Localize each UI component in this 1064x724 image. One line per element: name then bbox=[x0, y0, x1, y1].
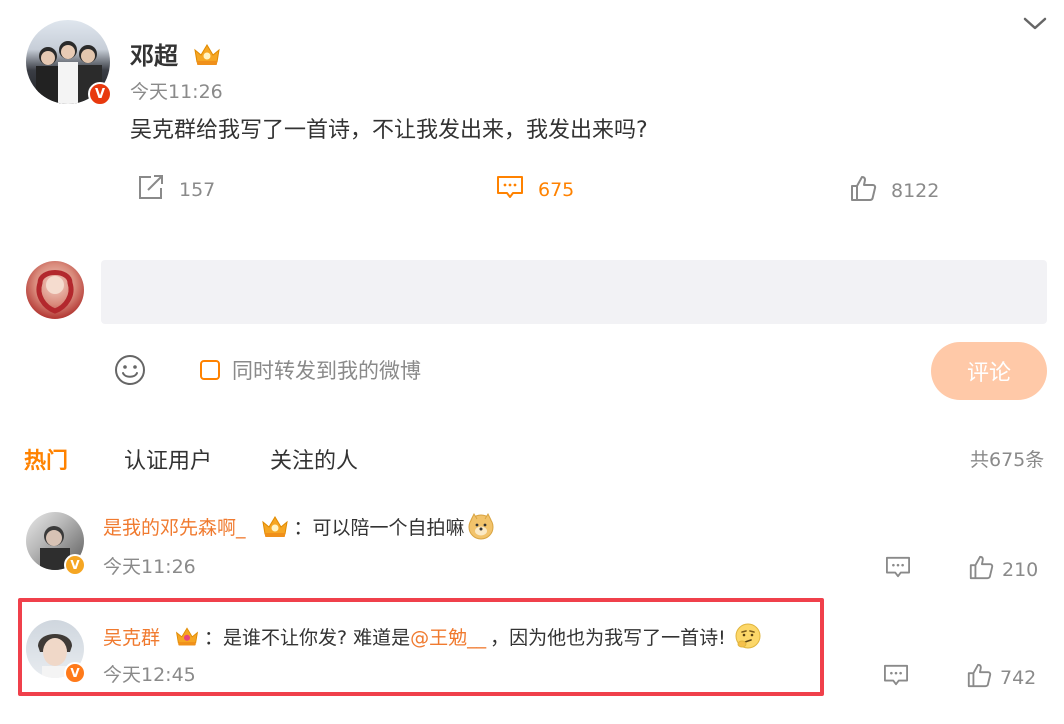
post-author-avatar[interactable]: V bbox=[26, 20, 112, 106]
comment-text: 可以陪一个自拍嘛 bbox=[312, 516, 465, 539]
comment-action[interactable]: 675 bbox=[496, 174, 574, 205]
comment-time: 今天12:45 bbox=[103, 664, 196, 686]
doge-emoji-icon bbox=[467, 512, 495, 540]
post-text: 吴克群给我写了一首诗，不让我发出来，我发出来吗? bbox=[130, 118, 648, 143]
comment-total: 共675条 bbox=[970, 449, 1045, 471]
post-time: 今天11:26 bbox=[130, 81, 223, 103]
comment-item: V 吴克群 ： 是谁不让你发? 难道是 @王勉__ ，因为他也为我写了一首诗! … bbox=[0, 606, 1064, 696]
comment-separator: ： bbox=[204, 626, 224, 649]
tab-following[interactable]: 关注的人 bbox=[270, 443, 358, 475]
member-crown-icon bbox=[260, 514, 290, 538]
comment-separator: ： bbox=[293, 516, 313, 539]
commenter-name[interactable]: 是我的邓先森啊_ bbox=[103, 513, 246, 540]
commenter-avatar[interactable]: V bbox=[26, 620, 86, 684]
thumbs-up-icon bbox=[966, 662, 1000, 693]
tab-verified-users[interactable]: 认证用户 bbox=[124, 443, 212, 475]
thinking-emoji-icon bbox=[734, 622, 762, 650]
share-action[interactable]: 157 bbox=[137, 174, 215, 205]
commenter-name[interactable]: 吴克群 bbox=[103, 623, 160, 650]
comment-like-count: 210 bbox=[1002, 558, 1039, 581]
tab-hot[interactable]: 热门 bbox=[24, 443, 68, 475]
repost-checkbox[interactable] bbox=[200, 360, 220, 380]
collapse-chevron-icon[interactable] bbox=[1022, 14, 1048, 34]
comment-reply-icon[interactable] bbox=[883, 663, 909, 691]
verified-badge-icon: V bbox=[88, 82, 112, 106]
like-action[interactable]: 8122 bbox=[849, 174, 939, 207]
emoji-button[interactable] bbox=[114, 354, 146, 386]
commenter-avatar[interactable]: V bbox=[26, 512, 86, 576]
comment-text-continued: ，因为他也为我写了一首诗! bbox=[490, 626, 726, 649]
mention-link[interactable]: @王勉__ bbox=[410, 623, 486, 650]
verified-badge-icon: V bbox=[64, 662, 86, 684]
smiley-icon bbox=[115, 355, 145, 385]
member-crown-icon bbox=[192, 42, 222, 66]
comment-text: 是谁不让你发? 难道是 bbox=[223, 626, 411, 649]
comment-icon bbox=[496, 174, 538, 205]
comment-like-count: 742 bbox=[1000, 666, 1037, 689]
repost-label: 同时转发到我的微博 bbox=[232, 359, 421, 383]
current-user-avatar[interactable] bbox=[26, 261, 84, 319]
comment-time: 今天11:26 bbox=[103, 556, 196, 578]
thumbs-up-icon bbox=[849, 174, 891, 207]
post-author-name[interactable]: 邓超 bbox=[130, 36, 178, 71]
member-crown-icon bbox=[174, 625, 200, 647]
like-count: 8122 bbox=[891, 179, 940, 202]
share-count: 157 bbox=[179, 178, 216, 201]
submit-comment-button[interactable]: 评论 bbox=[931, 342, 1047, 400]
share-icon bbox=[137, 174, 179, 205]
verified-badge-icon: V bbox=[64, 554, 86, 576]
comment-like-action[interactable]: 742 bbox=[966, 662, 1036, 693]
comment-count: 675 bbox=[538, 178, 575, 201]
comment-item: V 是我的邓先森啊_ ： 可以陪一个自拍嘛 今天11:26 210 bbox=[0, 500, 1064, 590]
comment-like-action[interactable]: 210 bbox=[968, 554, 1038, 585]
comment-input[interactable] bbox=[101, 260, 1047, 324]
comment-reply-icon[interactable] bbox=[885, 555, 911, 583]
thumbs-up-icon bbox=[968, 554, 1002, 585]
